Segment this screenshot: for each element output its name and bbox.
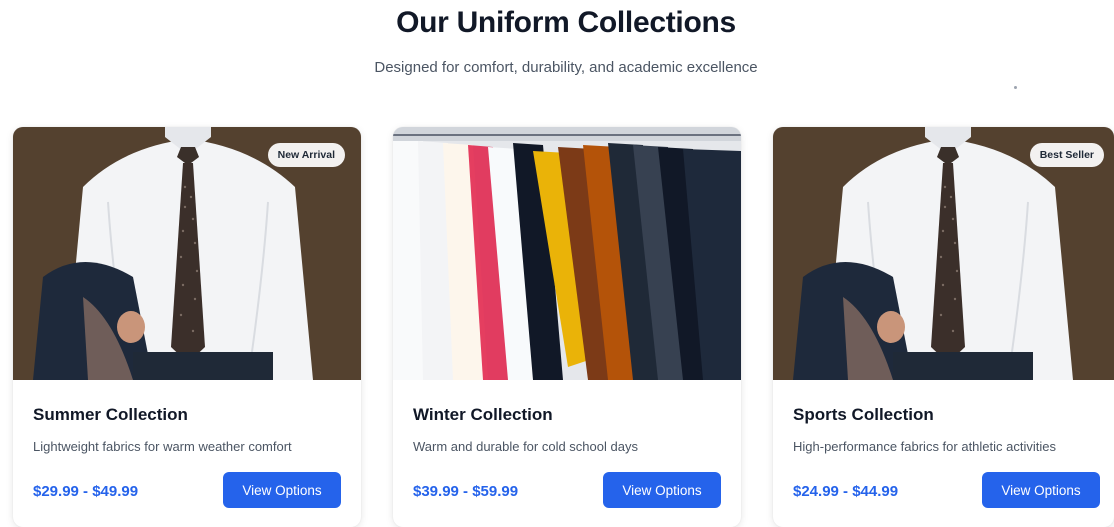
page-title: Our Uniform Collections [396, 6, 736, 39]
view-options-button-summer[interactable]: View Options [223, 472, 341, 508]
collection-description: Lightweight fabrics for warm weather com… [33, 439, 292, 454]
collection-description: High-performance fabrics for athletic ac… [793, 439, 1056, 454]
collection-title: Winter Collection [413, 405, 553, 424]
collection-title: Sports Collection [793, 405, 934, 424]
view-options-button-winter[interactable]: View Options [603, 472, 721, 508]
collection-title: Summer Collection [33, 405, 188, 424]
badge-best-seller: Best Seller [1029, 143, 1104, 167]
collection-card-summer: New Arrival Summer Collection Lightweigh… [13, 127, 361, 527]
collection-description: Warm and durable for cold school days [413, 439, 638, 454]
collection-price: $39.99 - $59.99 [413, 483, 519, 500]
collection-card-winter: Winter Collection Warm and durable for c… [393, 127, 741, 527]
badge-new-arrival: New Arrival [267, 143, 345, 167]
page-subtitle: Designed for comfort, durability, and ac… [374, 59, 758, 76]
collection-price: $24.99 - $44.99 [793, 483, 899, 500]
collection-card-sports: Best Seller Sports Collection High-perfo… [773, 127, 1114, 527]
collection-image-winter [393, 127, 741, 380]
view-options-button-sports[interactable]: View Options [982, 472, 1100, 508]
collection-price: $29.99 - $49.99 [33, 483, 139, 500]
decorative-dot [1014, 86, 1017, 89]
